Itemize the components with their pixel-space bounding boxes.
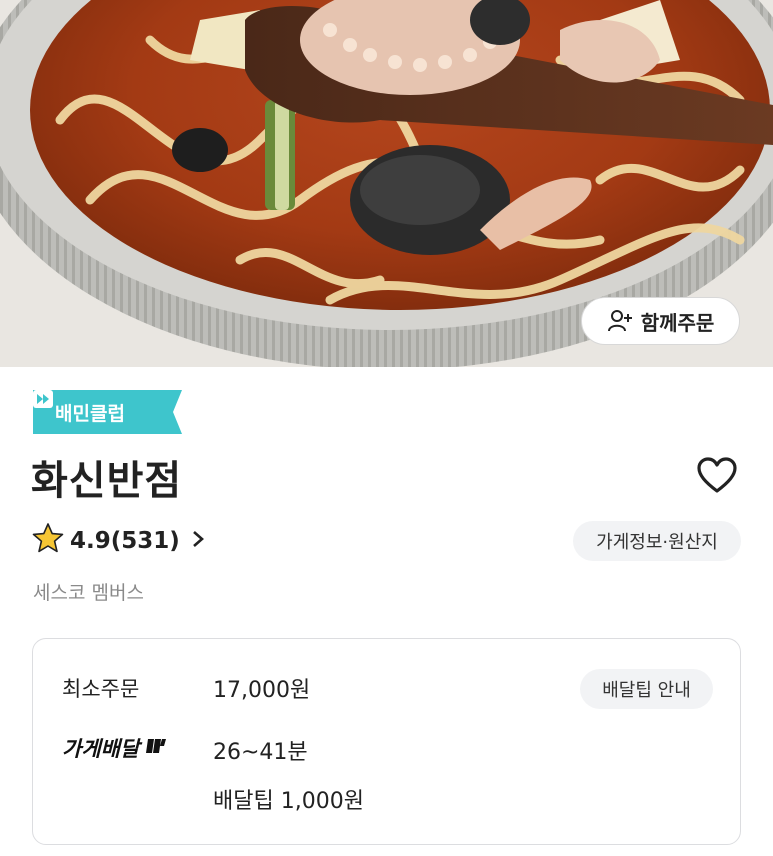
rating-count: (531)	[110, 528, 180, 554]
min-order-label: 최소주문	[62, 677, 140, 701]
baemin-club-badge: 배민클럽	[33, 390, 182, 434]
delivery-label-text: 가게배달	[62, 737, 140, 761]
hero-image: 함께주문	[0, 0, 773, 367]
group-order-button[interactable]: 함께주문	[581, 297, 740, 345]
store-delivery-label: 가게배달	[62, 733, 167, 763]
add-person-icon	[607, 308, 633, 334]
rating-link[interactable]: 4.9 (531)	[32, 523, 204, 559]
delivery-tip: 배달팁 1,000원	[213, 789, 364, 814]
store-name: 화신반점	[31, 458, 183, 504]
star-icon	[32, 523, 64, 559]
group-order-label: 함께주문	[640, 310, 715, 335]
min-order-value: 17,000원	[213, 678, 311, 703]
delivery-tip-info-button[interactable]: 배달팁 안내	[580, 669, 713, 709]
delivery-logo-icon	[145, 736, 167, 760]
delivery-time: 26~41분	[213, 740, 308, 765]
store-branch: 세스코 멤버스	[33, 582, 144, 604]
chevron-right-icon	[192, 529, 204, 554]
badge-label: 배민클럽	[55, 402, 125, 425]
order-info-card: 최소주문 17,000원 배달팁 안내 가게배달 26~41분 배달팁 1,00…	[32, 638, 741, 845]
heart-icon[interactable]	[697, 457, 737, 495]
rating-score: 4.9	[70, 528, 111, 554]
store-info-button[interactable]: 가게정보·원산지	[573, 521, 741, 561]
